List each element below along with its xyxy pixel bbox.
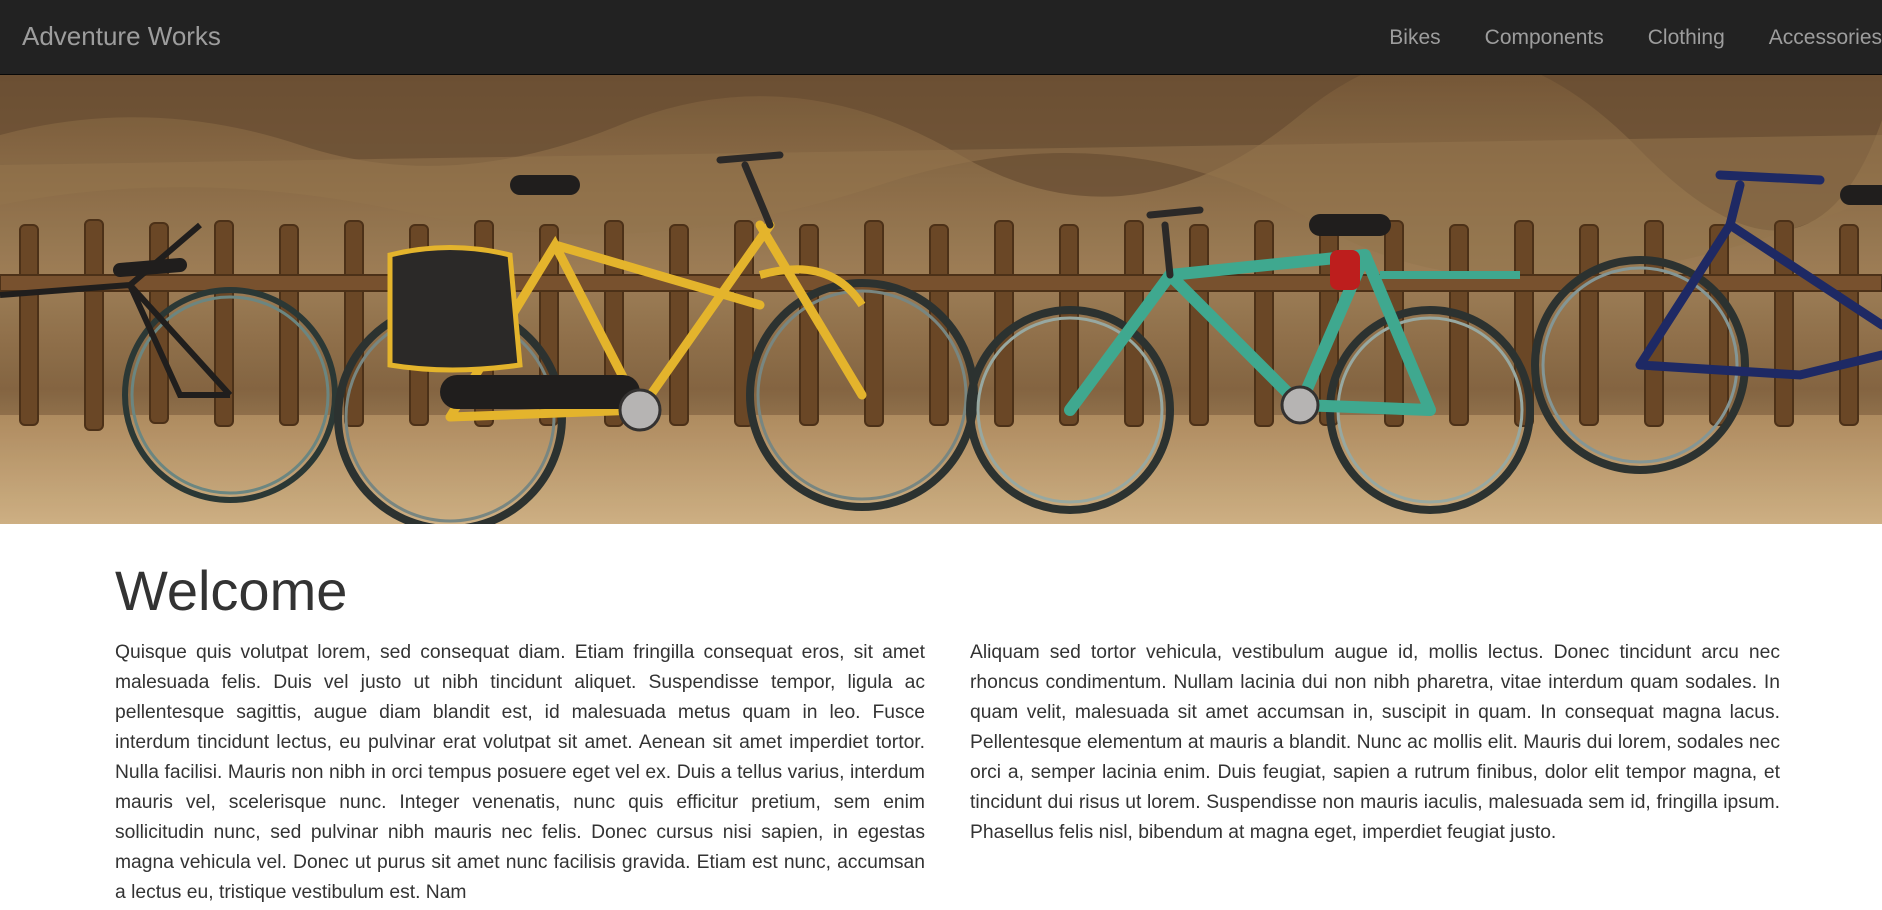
text-columns: Quisque quis volutpat lorem, sed consequ… (115, 638, 1780, 908)
nav-link-accessories[interactable]: Accessories (1747, 26, 1882, 50)
nav-link-components[interactable]: Components (1463, 26, 1626, 50)
nav-link-clothing[interactable]: Clothing (1626, 26, 1747, 50)
page-title: Welcome (115, 559, 348, 622)
brand-link[interactable]: Adventure Works (22, 21, 221, 52)
paragraph-right: Aliquam sed tortor vehicula, vestibulum … (970, 642, 1780, 843)
top-navbar: Adventure Works Bikes Components Clothin… (0, 0, 1882, 75)
paragraph-left: Quisque quis volutpat lorem, sed consequ… (115, 642, 925, 903)
main-content: Welcome Quisque quis volutpat lorem, sed… (115, 559, 1780, 903)
nav-link-bikes[interactable]: Bikes (1367, 26, 1462, 50)
hero-image-bicycles (0, 75, 1882, 524)
hero-banner (0, 75, 1882, 524)
nav-links: Bikes Components Clothing Accessories (1367, 0, 1882, 75)
